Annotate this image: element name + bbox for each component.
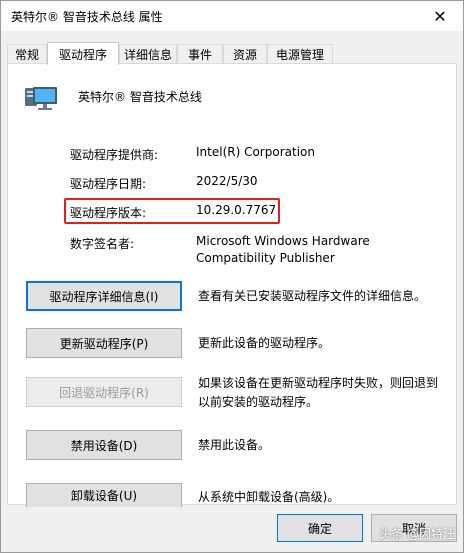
signer-value-line1: Microsoft Windows Hardware xyxy=(196,234,370,248)
tab-events[interactable]: 事件 xyxy=(177,44,223,64)
tab-details[interactable]: 详细信息 xyxy=(119,44,177,64)
disable-device-desc: 禁用此设备。 xyxy=(198,438,271,452)
provider-label: 驱动程序提供商: xyxy=(70,148,159,162)
tab-driver[interactable]: 驱动程序 xyxy=(47,42,119,65)
driver-details-button[interactable]: 驱动程序详细信息(I) xyxy=(26,281,182,311)
title-bar: 英特尔® 智音技术总线 属性 ✕ xyxy=(1,1,463,31)
tab-general[interactable]: 常规 xyxy=(7,44,47,64)
uninstall-device-button[interactable]: 卸载设备(U) xyxy=(26,483,182,507)
driver-panel: 英特尔® 智音技术总线 驱动程序提供商: Intel(R) Corporatio… xyxy=(7,63,457,507)
properties-window: 英特尔® 智音技术总线 属性 ✕ 常规 驱动程序 详细信息 事件 资源 电源管理… xyxy=(0,0,464,553)
close-button[interactable]: ✕ xyxy=(417,1,463,31)
roll-back-desc-line2: 以前安装的驱动程序。 xyxy=(198,395,319,409)
watermark-text: 头条 @因特汪 xyxy=(379,527,455,541)
tab-power-management[interactable]: 电源管理 xyxy=(267,44,333,64)
ok-button[interactable]: 确定 xyxy=(277,514,363,542)
signer-value-line2: Compatibility Publisher xyxy=(196,251,335,265)
roll-back-desc-line1: 如果该设备在更新驱动程序时失败，则回退到 xyxy=(198,376,439,390)
signer-label: 数字签名者: xyxy=(70,237,135,251)
update-driver-button[interactable]: 更新驱动程序(P) xyxy=(26,328,182,358)
device-name: 英特尔® 智音技术总线 xyxy=(78,90,202,104)
update-driver-desc: 更新此设备的驱动程序。 xyxy=(198,336,331,350)
version-label: 驱动程序版本: xyxy=(70,206,147,220)
window-title: 英特尔® 智音技术总线 属性 xyxy=(11,10,163,24)
close-icon: ✕ xyxy=(433,6,447,26)
date-label: 驱动程序日期: xyxy=(70,177,147,191)
disable-device-button[interactable]: 禁用设备(D) xyxy=(26,430,182,460)
date-value: 2022/5/30 xyxy=(196,174,258,188)
tab-resources[interactable]: 资源 xyxy=(223,44,267,64)
version-value: 10.29.0.7767 xyxy=(196,203,277,217)
uninstall-device-desc: 从系统中卸载设备(高级)。 xyxy=(198,490,340,504)
monitor-device-icon xyxy=(25,87,57,110)
roll-back-driver-button[interactable]: 回退驱动程序(R) xyxy=(26,377,182,407)
provider-value: Intel(R) Corporation xyxy=(196,145,315,159)
driver-details-desc: 查看有关已安装驱动程序文件的详细信息。 xyxy=(198,289,427,303)
